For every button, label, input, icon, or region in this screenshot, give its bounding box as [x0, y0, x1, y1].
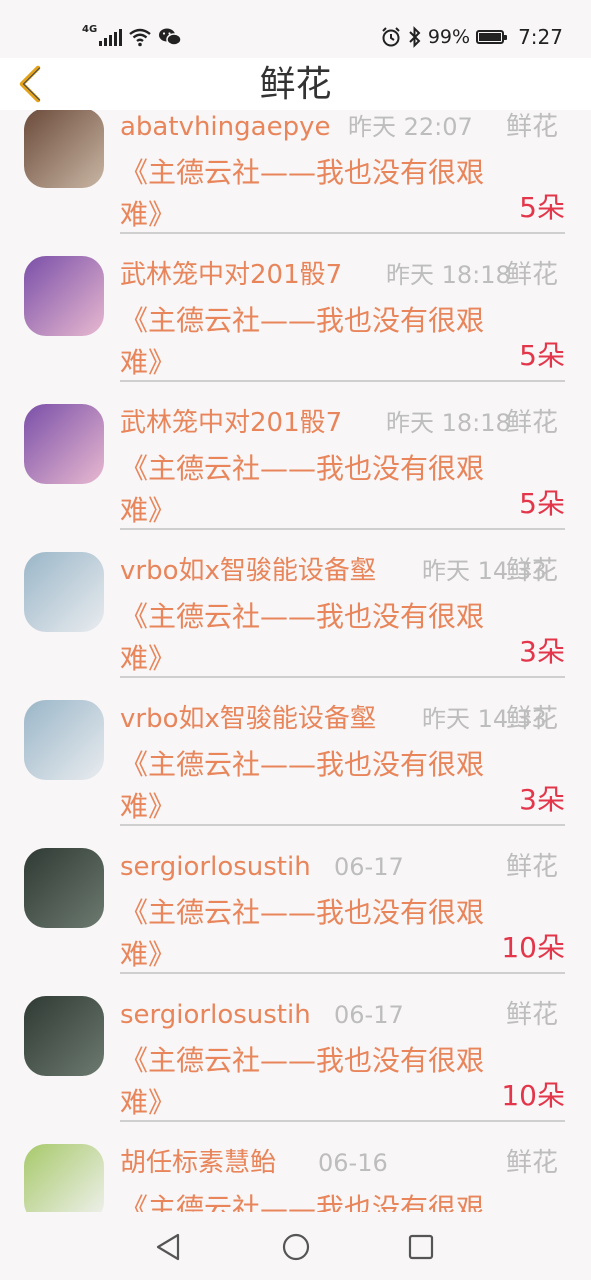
avatar[interactable] — [24, 404, 104, 484]
timestamp: 昨天 18:18 — [386, 261, 511, 289]
flower-count: 5朵 — [519, 191, 565, 224]
flower-count: 3朵 — [519, 635, 565, 668]
avatar[interactable] — [24, 1144, 104, 1212]
wechat-icon — [159, 28, 182, 46]
system-navigation-bar — [0, 1212, 591, 1280]
list-item[interactable]: 武林笼中对201骰7 昨天 18:18 鲜花 《主德云社——我也没有很艰难》 5朵 — [0, 222, 591, 382]
timestamp: 06-16 — [318, 1149, 388, 1177]
avatar[interactable] — [24, 700, 104, 780]
sender-name[interactable]: abatvhingaepye — [120, 110, 330, 144]
flower-count: 5朵 — [519, 487, 565, 520]
list-item[interactable]: sergiorlosustih 06-17 鲜花 《主德云社——我也没有很艰难》 10朵 — [0, 962, 591, 1122]
avatar[interactable] — [24, 848, 104, 928]
gift-type-label: 鲜花 — [506, 112, 559, 142]
signal-icon — [99, 28, 123, 46]
timestamp: 06-17 — [334, 853, 404, 881]
work-title[interactable]: 《主德云社——我也没有很艰难》 — [120, 1188, 510, 1212]
sender-name[interactable]: 武林笼中对201骰7 — [120, 258, 342, 292]
gift-type-label: 鲜花 — [506, 556, 559, 586]
list-content: abatvhingaepye 昨天 22:07 鲜花《主德云社——我也没有很艰难》 5… — [0, 110, 591, 1212]
flower-record-list[interactable]: abatvhingaepye 昨天 22:07 鲜花《主德云社——我也没有很艰难》 5… — [0, 110, 591, 1212]
network-type: 4G — [82, 23, 98, 35]
flower-count: 10朵 — [501, 931, 565, 964]
nav-recents-button[interactable] — [406, 1232, 436, 1262]
battery-icon — [476, 30, 508, 44]
page-title: 鲜花 — [259, 64, 332, 105]
list-item[interactable]: vrbo如x智骏能设备壑 昨天 14:33 鲜花 《主德云社——我也没有很艰难》 3朵 — [0, 666, 591, 826]
list-item[interactable]: vrbo如x智骏能设备壑 昨天 14:33 鲜花 《主德云社——我也没有很艰难》 3朵 — [0, 518, 591, 678]
circle-home-icon — [282, 1233, 310, 1261]
timestamp: 06-17 — [334, 1001, 404, 1029]
gift-type-label: 鲜花 — [506, 408, 559, 438]
list-item[interactable]: 胡任标素慧鲐 06-16 鲜花《主德云社——我也没有很艰难》 — [0, 1110, 591, 1212]
status-right: 99% 7:27 — [380, 22, 563, 52]
avatar[interactable] — [24, 256, 104, 336]
flower-count: 3朵 — [519, 783, 565, 816]
wifi-icon — [129, 28, 151, 47]
flower-count: 10朵 — [501, 1079, 565, 1112]
timestamp: 昨天 22:07 — [348, 113, 473, 141]
sender-name[interactable]: vrbo如x智骏能设备壑 — [120, 702, 376, 736]
status-left: 4G — [82, 24, 182, 50]
sender-name[interactable]: 胡任标素慧鲐 — [120, 1146, 276, 1180]
list-item[interactable]: abatvhingaepye 昨天 22:07 鲜花 《主德云社——我也没有很艰难》 5… — [0, 110, 591, 234]
sender-name[interactable]: sergiorlosustih — [120, 850, 311, 884]
gift-type-label: 鲜花 — [506, 260, 559, 290]
battery-percent: 99% — [427, 26, 471, 48]
sender-name[interactable]: sergiorlosustih — [120, 998, 311, 1032]
header-bar: 鲜花 — [0, 58, 591, 110]
avatar[interactable] — [24, 996, 104, 1076]
avatar[interactable] — [24, 552, 104, 632]
gift-type-label: 鲜花 — [506, 852, 559, 882]
nav-back-button[interactable] — [154, 1232, 184, 1262]
sender-name[interactable]: vrbo如x智骏能设备壑 — [120, 554, 376, 588]
nav-home-button[interactable] — [281, 1232, 311, 1262]
list-item[interactable]: sergiorlosustih 06-17 鲜花 《主德云社——我也没有很艰难》 10朵 — [0, 814, 591, 974]
triangle-back-icon — [156, 1233, 180, 1261]
flower-count: 5朵 — [519, 339, 565, 372]
sender-name[interactable]: 武林笼中对201骰7 — [120, 406, 342, 440]
battery-level — [479, 33, 501, 41]
timestamp: 昨天 18:18 — [386, 409, 511, 437]
square-recents-icon — [408, 1234, 434, 1260]
gift-type-label: 鲜花 — [506, 704, 559, 734]
list-item[interactable]: 武林笼中对201骰7 昨天 18:18 鲜花 《主德云社——我也没有很艰难》 5朵 — [0, 370, 591, 530]
alarm-icon — [382, 27, 400, 47]
avatar[interactable] — [24, 110, 104, 188]
gift-type-label: 鲜花 — [506, 1000, 559, 1030]
gift-type-label: 鲜花 — [506, 1148, 559, 1178]
clock: 7:27 — [518, 25, 563, 49]
bluetooth-icon — [409, 26, 421, 48]
